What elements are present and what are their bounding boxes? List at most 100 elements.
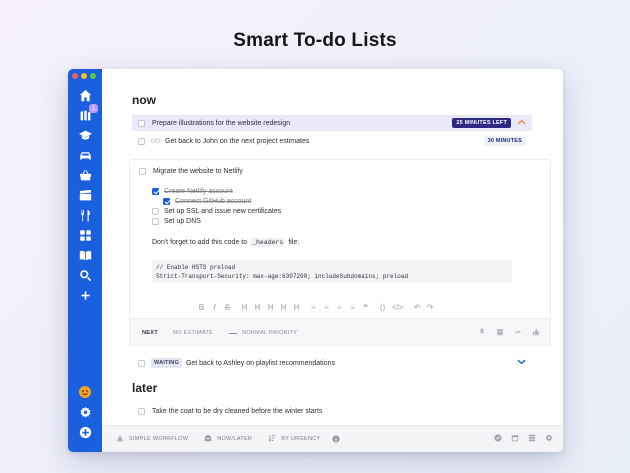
- sort-label: BY URGENCY: [281, 436, 321, 442]
- book-icon[interactable]: [77, 247, 93, 263]
- code-line: Strict-Transport-Security: max-age:63072…: [156, 273, 409, 280]
- settings-icon[interactable]: [545, 434, 553, 444]
- heading-1-button[interactable]: H: [241, 303, 248, 312]
- stack-icon[interactable]: [528, 434, 536, 444]
- app-window: 1 now Prepare illustrations for the webs…: [68, 69, 563, 452]
- car-icon[interactable]: [77, 147, 93, 163]
- subtask-item[interactable]: Create Netlify account: [152, 188, 233, 195]
- subtask-checkbox[interactable]: [152, 188, 159, 195]
- quote-button[interactable]: ❝: [362, 303, 369, 312]
- subtask-checkbox[interactable]: [152, 218, 159, 225]
- link-task-icon[interactable]: [514, 328, 522, 338]
- strikethrough-button[interactable]: S: [224, 303, 231, 312]
- task-row-illustrations[interactable]: Prepare illustrations for the website re…: [132, 115, 532, 131]
- priority-dash: [229, 332, 238, 334]
- subtask-item[interactable]: Set up DNS: [152, 218, 201, 225]
- code-block: // Enable HSTS preload Strict-Transport-…: [152, 260, 512, 283]
- basket-icon[interactable]: [77, 167, 93, 183]
- bold-button[interactable]: B: [198, 303, 205, 312]
- heading-5-button[interactable]: H: [293, 303, 300, 312]
- window-controls: [72, 73, 96, 79]
- clapperboard-icon[interactable]: [77, 187, 93, 203]
- main-content: now Prepare illustrations for the websit…: [102, 69, 563, 452]
- minimize-window-button[interactable]: [81, 73, 87, 79]
- section-title-later: later: [132, 381, 158, 395]
- heading-2-button[interactable]: H: [254, 303, 261, 312]
- workflow-label: SIMPLE WORKFLOW: [129, 436, 189, 442]
- headline: Smart To-do Lists: [233, 30, 397, 51]
- chevron-up-icon[interactable]: [517, 119, 526, 127]
- task-checkbox[interactable]: [139, 168, 146, 175]
- gear-icon[interactable]: [77, 404, 93, 420]
- home-icon[interactable]: [77, 87, 93, 103]
- task-checkbox[interactable]: [138, 359, 145, 367]
- add-circle-icon[interactable]: [77, 424, 93, 440]
- undo-button[interactable]: ↶: [414, 303, 421, 312]
- inline-code-button[interactable]: ⟨⟩: [379, 303, 386, 312]
- subtask-item[interactable]: Set up SSL and issue new certificates: [152, 208, 281, 215]
- workflow-selector[interactable]: SIMPLE WORKFLOW: [116, 434, 188, 444]
- bullet-list-button[interactable]: ≡: [310, 303, 317, 312]
- task-title: Get back to John on the next project est…: [165, 137, 310, 145]
- inbox-tray-icon: [204, 434, 212, 444]
- numbered-list-button[interactable]: ≡: [323, 303, 330, 312]
- priority-button[interactable]: NORMAL PRIORITY: [242, 330, 297, 336]
- calendar-icon[interactable]: [511, 434, 519, 444]
- waiting-tag: WAITING: [151, 358, 182, 368]
- task-checkbox[interactable]: [138, 137, 145, 145]
- nowlater-selector[interactable]: NOW/LATER: [204, 434, 252, 444]
- task-title: Get back to Ashley on playlist recommend…: [185, 359, 335, 367]
- sort-selector[interactable]: BY URGENCY: [268, 434, 320, 444]
- code-block-button[interactable]: </>: [392, 303, 404, 312]
- subtask-checkbox[interactable]: [163, 198, 170, 205]
- info-icon[interactable]: [332, 435, 341, 443]
- redo-button[interactable]: ↷: [427, 303, 434, 312]
- task-row-netlify[interactable]: Migrate the website to Netlify: [139, 168, 243, 175]
- task-row-ashley[interactable]: WAITING Get back to Ashley on playlist r…: [132, 355, 532, 371]
- search-icon[interactable]: [77, 267, 93, 283]
- formatting-toolbar: B I S H H H H H ≡ ≡ ≡ ≡ ❝ ⟨⟩ </> ↶ ↷: [198, 303, 434, 312]
- note-text-end: file:: [288, 239, 300, 246]
- inbox-icon[interactable]: 1: [77, 104, 98, 123]
- plus-icon[interactable]: [77, 287, 93, 303]
- task-row-john[interactable]: Get back to John on the next project est…: [132, 133, 532, 149]
- estimate-badge: 30 MINUTES: [483, 136, 526, 146]
- italic-button[interactable]: I: [211, 303, 218, 312]
- code-line: // Enable HSTS preload: [156, 264, 236, 271]
- estimate-button[interactable]: NO ESTIMATE: [173, 330, 213, 336]
- heading-3-button[interactable]: H: [267, 303, 274, 312]
- check-circle-icon[interactable]: [494, 434, 502, 444]
- indent-button[interactable]: ≡: [349, 303, 356, 312]
- thumbs-up-icon[interactable]: [532, 328, 540, 338]
- note-text: Don't forget to add this code to: [152, 239, 248, 246]
- note-code: _headers: [250, 238, 286, 247]
- checklist-button[interactable]: ≡: [336, 303, 343, 312]
- task-title: Take the coat to be dry cleaned before t…: [152, 407, 323, 415]
- utensils-icon[interactable]: [77, 207, 93, 223]
- close-window-button[interactable]: [72, 73, 78, 79]
- archive-icon[interactable]: [496, 328, 504, 338]
- link-icon: [151, 137, 160, 145]
- zoom-window-button[interactable]: [90, 73, 96, 79]
- subtask-title: Set up DNS: [164, 218, 201, 225]
- section-title-now: now: [132, 93, 156, 107]
- task-note: Don't forget to add this code to _header…: [152, 238, 299, 247]
- subtask-checkbox[interactable]: [152, 208, 159, 215]
- subtask-title: Connect GitHub account: [175, 198, 252, 205]
- heading-4-button[interactable]: H: [280, 303, 287, 312]
- graduation-cap-icon[interactable]: [77, 127, 93, 143]
- pin-icon[interactable]: [478, 328, 486, 338]
- chevron-down-icon[interactable]: [517, 359, 526, 367]
- task-row-coat[interactable]: Take the coat to be dry cleaned before t…: [132, 403, 532, 419]
- task-checkbox[interactable]: [138, 119, 145, 127]
- next-status-button[interactable]: NEXT: [142, 330, 158, 336]
- expanded-task-card: Migrate the website to Netlify Create Ne…: [129, 159, 551, 347]
- grid-icon[interactable]: [77, 227, 93, 243]
- subtask-item[interactable]: Connect GitHub account: [163, 198, 251, 205]
- task-title: Migrate the website to Netlify: [153, 168, 243, 175]
- task-checkbox[interactable]: [138, 407, 145, 415]
- workflow-icon: [116, 434, 124, 444]
- avatar-icon[interactable]: [79, 386, 91, 398]
- bottom-toolbar: SIMPLE WORKFLOW NOW/LATER BY URGENCY: [102, 425, 563, 452]
- nowlater-label: NOW/LATER: [217, 436, 253, 442]
